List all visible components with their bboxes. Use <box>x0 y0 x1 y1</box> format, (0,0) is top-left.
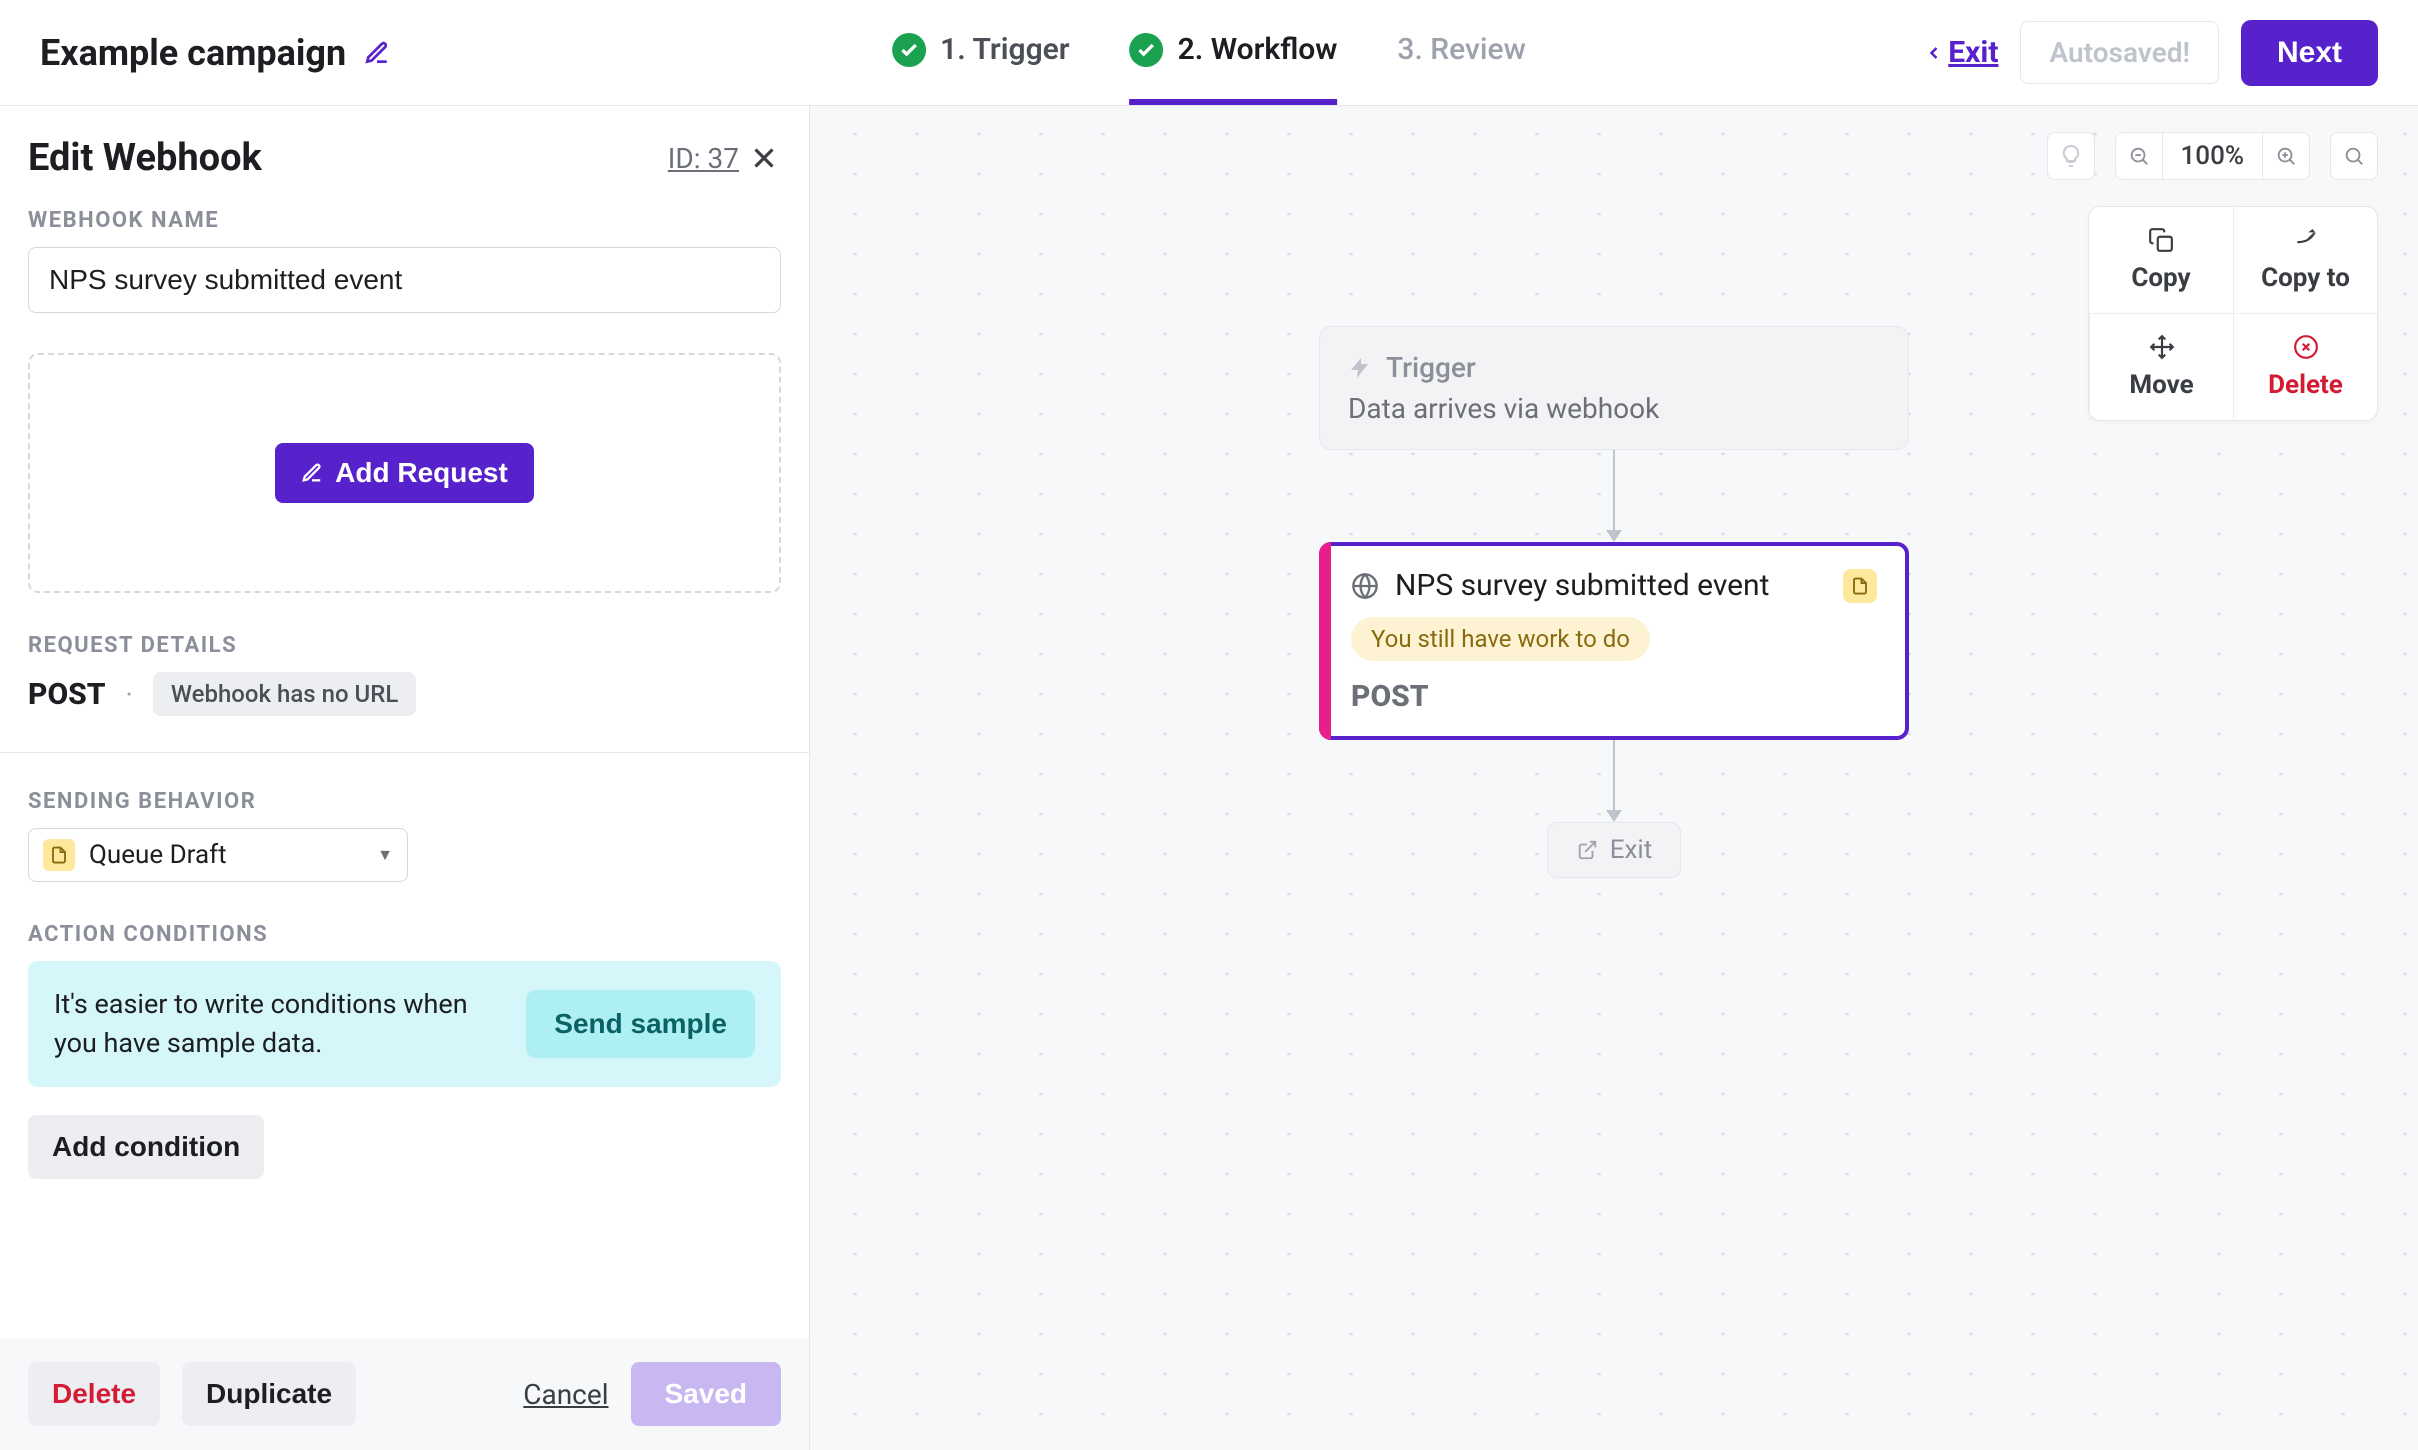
exit-node[interactable]: Exit <box>1547 822 1682 878</box>
hint-button[interactable] <box>2047 132 2095 180</box>
no-url-badge: Webhook has no URL <box>153 672 416 716</box>
divider <box>0 752 809 753</box>
request-details: POST · Webhook has no URL <box>28 672 781 716</box>
work-todo-pill: You still have work to do <box>1351 617 1650 661</box>
sending-behavior-value: Queue Draft <box>89 840 227 870</box>
canvas-toolbar: 100% <box>2047 132 2378 180</box>
panel-footer: Delete Duplicate Cancel Saved <box>0 1338 809 1450</box>
panel-title: Edit Webhook <box>28 136 262 180</box>
node-action-palette: Copy Copy to Move Delete <box>2088 206 2378 421</box>
zoom-fit-button[interactable] <box>2330 132 2378 180</box>
copy-to-button[interactable]: Copy to <box>2233 207 2377 313</box>
flow-arrow <box>1606 450 1622 542</box>
pencil-icon <box>364 40 390 66</box>
saved-button: Saved <box>631 1362 782 1426</box>
trigger-node[interactable]: Trigger Data arrives via webhook <box>1319 326 1909 450</box>
copy-icon <box>2148 227 2174 253</box>
cancel-link[interactable]: Cancel <box>523 1378 608 1411</box>
sending-behavior-select[interactable]: Queue Draft ▼ <box>28 828 408 882</box>
delete-icon <box>2293 334 2319 360</box>
top-actions: Exit Autosaved! Next <box>1924 20 2378 86</box>
conditions-tip: It's easier to write conditions when you… <box>28 961 781 1087</box>
check-icon <box>892 33 926 67</box>
action-conditions-label: ACTION CONDITIONS <box>28 922 781 947</box>
add-request-button[interactable]: Add Request <box>275 443 534 503</box>
sending-behavior-label: SENDING BEHAVIOR <box>28 789 781 814</box>
top-bar: Example campaign 1. Trigger 2. Workflow … <box>0 0 2418 106</box>
autosaved-indicator: Autosaved! <box>2020 21 2218 84</box>
step-label: 3. Review <box>1397 32 1525 67</box>
move-icon <box>2149 334 2175 360</box>
campaign-title: Example campaign <box>40 32 346 74</box>
step-review[interactable]: 3. Review <box>1397 0 1525 105</box>
next-button[interactable]: Next <box>2241 20 2378 86</box>
exit-label: Exit <box>1610 835 1653 865</box>
request-details-label: REQUEST DETAILS <box>28 633 781 658</box>
move-button[interactable]: Move <box>2089 313 2233 420</box>
draft-badge <box>1843 569 1877 603</box>
close-panel-button[interactable] <box>747 141 781 175</box>
stepper: 1. Trigger 2. Workflow 3. Review <box>892 0 1526 105</box>
workflow-canvas[interactable]: 100% Copy Copy to Move <box>810 106 2418 1450</box>
zoom-out-icon <box>2128 145 2150 167</box>
webhook-name-input[interactable] <box>28 247 781 313</box>
delete-node-button[interactable]: Delete <box>2233 313 2377 420</box>
exit-link[interactable]: Exit <box>1924 35 1998 70</box>
duplicate-button[interactable]: Duplicate <box>182 1362 356 1426</box>
webhook-name-label: WEBHOOK NAME <box>28 208 781 233</box>
webhook-node-method: POST <box>1351 679 1877 714</box>
copy-to-label: Copy to <box>2261 263 2350 293</box>
edit-title-button[interactable] <box>364 40 390 66</box>
lightning-icon <box>1348 356 1372 380</box>
trigger-desc: Data arrives via webhook <box>1348 392 1880 425</box>
delete-label: Delete <box>2268 370 2343 400</box>
zoom-out-button[interactable] <box>2115 132 2163 180</box>
zoom-in-icon <box>2275 145 2297 167</box>
webhook-node[interactable]: NPS survey submitted event You still hav… <box>1319 542 1909 740</box>
webhook-id-link[interactable]: ID: 37 <box>668 142 739 175</box>
step-label: 2. Workflow <box>1178 32 1338 67</box>
chevron-down-icon: ▼ <box>377 845 393 865</box>
pencil-icon <box>301 462 323 484</box>
zoom-level: 100% <box>2163 132 2262 180</box>
tip-text: It's easier to write conditions when you… <box>54 985 506 1063</box>
campaign-title-wrap: Example campaign <box>40 32 390 74</box>
trigger-title: Trigger <box>1386 351 1476 384</box>
zoom-controls: 100% <box>2115 132 2310 180</box>
copy-button[interactable]: Copy <box>2089 207 2233 313</box>
step-trigger[interactable]: 1. Trigger <box>892 0 1069 105</box>
edit-webhook-panel: Edit Webhook ID: 37 WEBHOOK NAME Add Req… <box>0 106 810 1450</box>
lightbulb-icon <box>2059 144 2083 168</box>
globe-icon <box>1351 572 1379 600</box>
step-label: 1. Trigger <box>940 32 1069 67</box>
check-icon <box>1130 33 1164 67</box>
separator-dot: · <box>126 678 133 711</box>
chevron-left-icon <box>1924 43 1944 63</box>
exit-label: Exit <box>1948 35 1998 70</box>
zoom-fit-icon <box>2343 145 2365 167</box>
webhook-node-title: NPS survey submitted event <box>1395 568 1769 603</box>
copy-label: Copy <box>2131 263 2190 293</box>
add-request-label: Add Request <box>335 457 508 489</box>
close-icon <box>747 141 781 175</box>
move-label: Move <box>2129 370 2193 400</box>
draft-icon <box>43 839 75 871</box>
workflow-flow: Trigger Data arrives via webhook NPS sur… <box>1319 326 1909 878</box>
exit-icon <box>1576 839 1598 861</box>
step-workflow[interactable]: 2. Workflow <box>1130 0 1338 105</box>
delete-button[interactable]: Delete <box>28 1362 160 1426</box>
add-request-dropzone: Add Request <box>28 353 781 593</box>
draft-icon <box>1851 577 1869 595</box>
zoom-in-button[interactable] <box>2262 132 2310 180</box>
share-icon <box>2293 227 2319 253</box>
flow-arrow <box>1606 740 1622 822</box>
send-sample-button[interactable]: Send sample <box>526 990 755 1058</box>
add-condition-button[interactable]: Add condition <box>28 1115 264 1179</box>
request-method: POST <box>28 677 106 712</box>
